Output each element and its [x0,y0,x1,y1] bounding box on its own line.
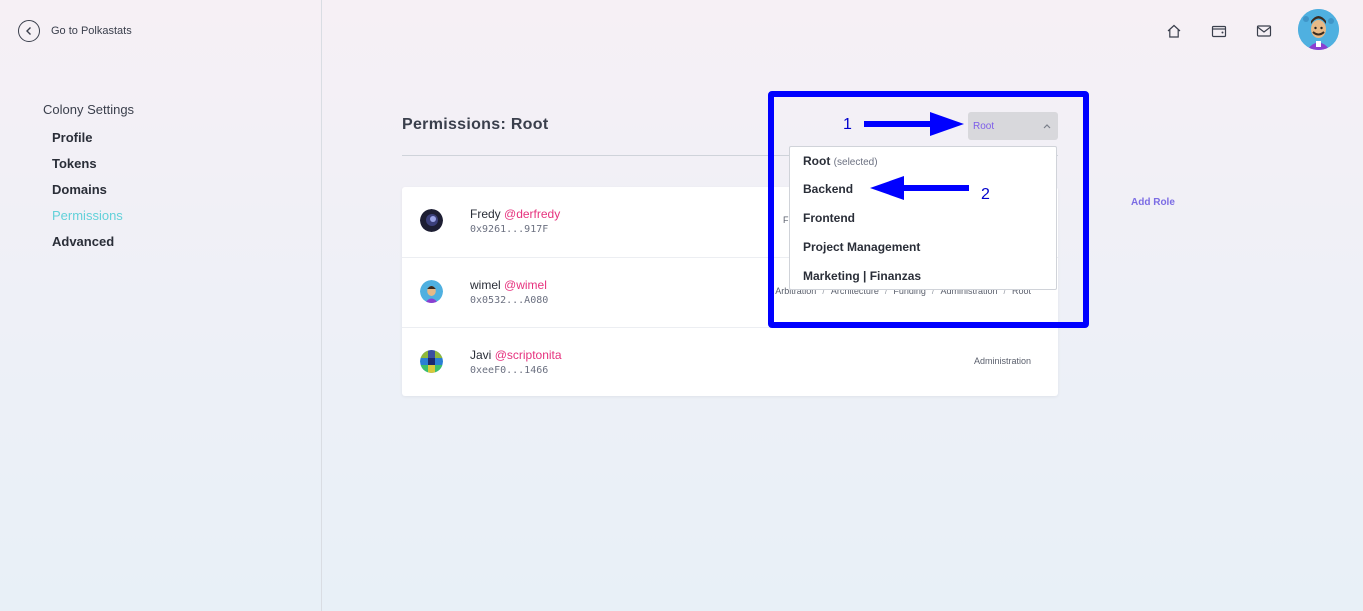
role-label: Administration [973,356,1031,366]
back-link-label: Go to Polkastats [51,25,132,37]
member-avatar [420,350,443,373]
nav-item-advanced[interactable]: Advanced [52,234,123,260]
member-handle[interactable]: @scriptonita [495,348,562,362]
settings-nav: Profile Tokens Domains Permissions Advan… [52,130,123,260]
nav-item-tokens[interactable]: Tokens [52,156,123,182]
user-avatar[interactable] [1298,9,1339,50]
member-address: 0x9261...917F [470,224,549,235]
sidebar: Go to Polkastats Colony Settings Profile… [0,0,322,611]
member-roles: Administration [974,356,1031,366]
member-avatar [420,209,443,232]
member-name-line: wimel @wimel [470,278,547,292]
member-handle[interactable]: @derfredy [504,207,560,221]
wallet-icon[interactable] [1211,23,1227,39]
mail-icon[interactable] [1256,23,1272,39]
member-address: 0x0532...A080 [470,295,549,306]
member-row[interactable]: Javi @scriptonita 0xeeF0...1466 Administ… [402,327,1058,397]
member-name-line: Fredy @derfredy [470,207,560,221]
member-address: 0xeeF0...1466 [470,365,549,376]
member-name: wimel [470,278,501,292]
member-handle[interactable]: @wimel [504,278,547,292]
back-link[interactable]: Go to Polkastats [18,20,132,42]
nav-item-profile[interactable]: Profile [52,130,123,156]
member-avatar [420,280,443,303]
annotation-number: 2 [981,186,990,203]
nav-item-domains[interactable]: Domains [52,182,123,208]
chevron-left-icon [18,20,40,42]
member-name: Javi [470,348,492,362]
home-icon[interactable] [1166,23,1182,39]
member-name: Fredy [470,207,501,221]
annotation-arrow-left-icon [870,176,969,200]
annotation-number: 1 [843,116,852,133]
add-role-button[interactable]: Add Role [1131,197,1175,208]
nav-item-permissions[interactable]: Permissions [52,208,123,234]
settings-section-title: Colony Settings [43,102,135,117]
annotation-arrow-right-icon [864,112,964,136]
member-name-line: Javi @scriptonita [470,348,562,362]
page-title: Permissions: Root [402,116,549,133]
